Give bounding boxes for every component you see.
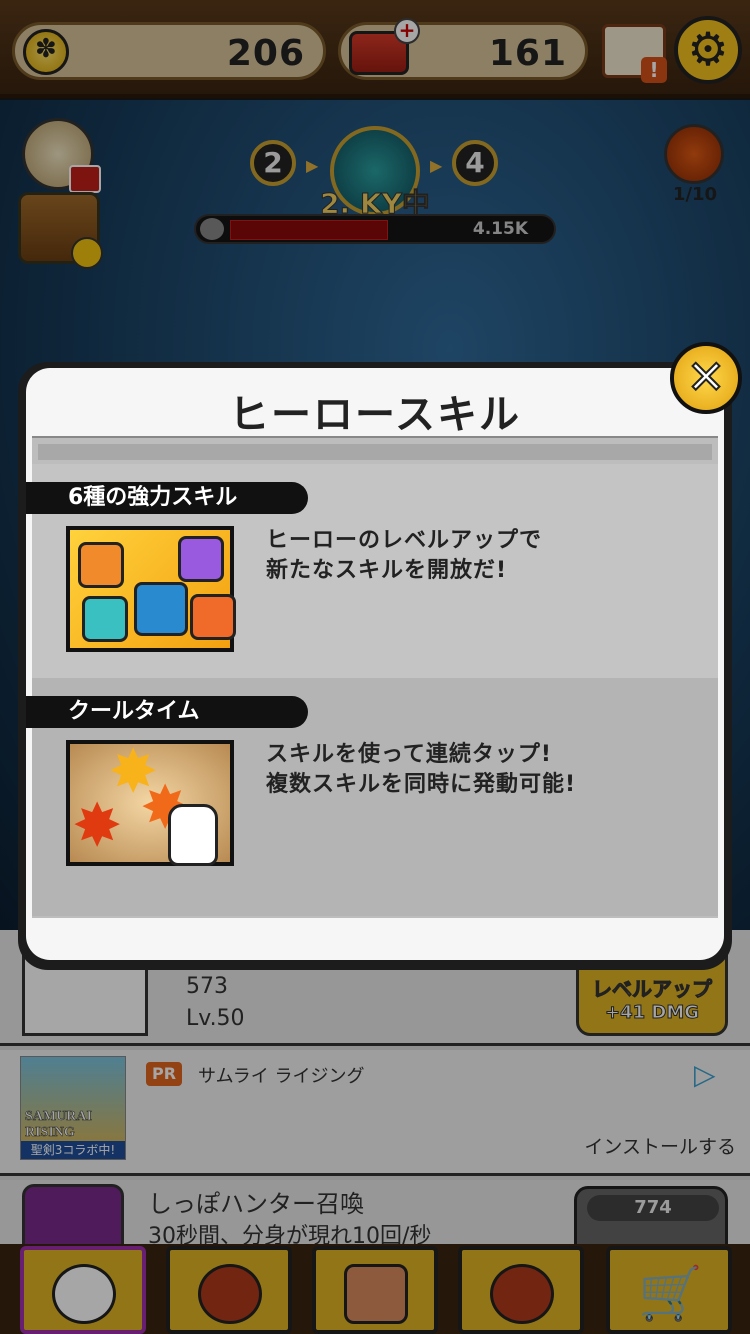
modal-title: ヒーロースキル xyxy=(229,392,521,438)
section-line: 複数スキルを同時に発動可能! xyxy=(266,772,577,797)
burst-icon: ✸ xyxy=(72,791,123,861)
skill-section: 6種の強力スキル ヒーローのレベルアップで 新たなスキルを開放だ! xyxy=(26,464,718,702)
modal-body: 6種の強力スキル ヒーローのレベルアップで 新たなスキルを開放だ! クールタイム… xyxy=(26,436,718,918)
skull-tile-icon xyxy=(82,596,128,642)
modal-panel: ヒーロースキル 6種の強力スキル ヒーローのレベルアップで 新たなスキルを開放だ… xyxy=(26,368,724,960)
crossed-swords-tile-icon xyxy=(134,582,188,636)
hero-skill-modal: ヒーロースキル 6種の強力スキル ヒーローのレベルアップで 新たなスキルを開放だ… xyxy=(18,362,732,970)
cooltime-section: クールタイム ✸ ✸ ✸ スキルを使って連続タップ! 複数スキルを同時に発動可能… xyxy=(26,678,718,916)
burst-tile-icon xyxy=(190,594,236,640)
section-text: スキルを使って連続タップ! 複数スキルを同時に発動可能! xyxy=(266,740,576,800)
tap-burst-image: ✸ ✸ ✸ xyxy=(66,740,234,866)
divider xyxy=(38,444,712,460)
close-icon: ✕ xyxy=(686,349,727,405)
modal-footer xyxy=(32,920,718,954)
sword-tile-icon xyxy=(78,542,124,588)
section-line: 新たなスキルを開放だ! xyxy=(266,558,508,583)
tap-hand-icon xyxy=(168,804,218,866)
section-label: クールタイム xyxy=(26,696,308,728)
skills-collage-image xyxy=(66,526,236,652)
section-text: ヒーローのレベルアップで 新たなスキルを開放だ! xyxy=(266,526,542,586)
close-button[interactable]: ✕ xyxy=(670,342,742,414)
section-line: スキルを使って連続タップ! xyxy=(266,742,552,767)
section-line: ヒーローのレベルアップで xyxy=(266,528,543,553)
section-label: 6種の強力スキル xyxy=(26,482,308,514)
fist-tile-icon xyxy=(178,536,224,582)
